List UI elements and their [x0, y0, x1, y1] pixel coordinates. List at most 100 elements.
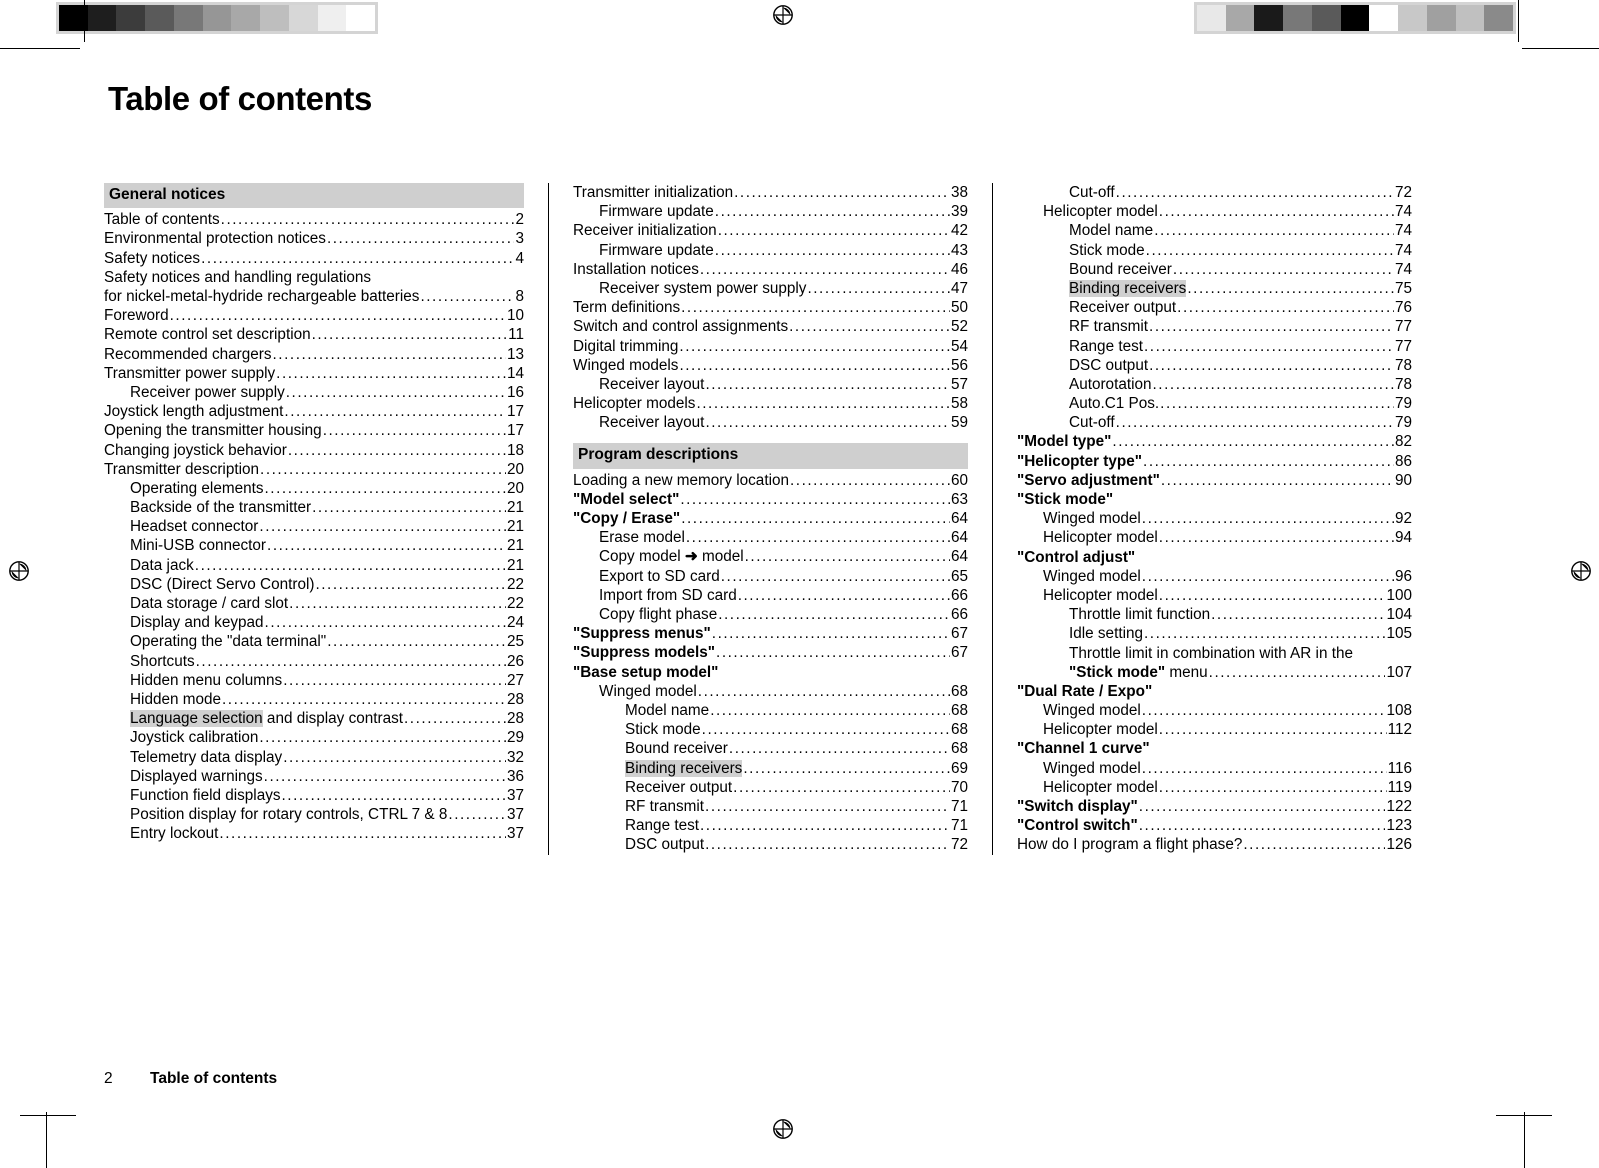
toc-entry[interactable]: Model name..............................… — [573, 701, 968, 720]
toc-entry[interactable]: Firmware update.........................… — [573, 202, 968, 221]
toc-entry[interactable]: Safety notices..........................… — [104, 249, 524, 268]
toc-entry[interactable]: "Suppress menus"........................… — [573, 624, 968, 643]
toc-entry[interactable]: Mini-USB connector......................… — [104, 536, 524, 555]
toc-entry[interactable]: Bound receiver..........................… — [1017, 260, 1412, 279]
toc-entry[interactable]: Term definitions........................… — [573, 298, 968, 317]
toc-entry[interactable]: "Stick mode"............................… — [1017, 490, 1412, 509]
toc-entry[interactable]: Binding receivers.......................… — [573, 759, 968, 778]
toc-entry[interactable]: Helicopter model........................… — [1017, 586, 1412, 605]
toc-entry[interactable]: Headset connector.......................… — [104, 517, 524, 536]
toc-entry[interactable]: Displayed warnings......................… — [104, 767, 524, 786]
toc-entry[interactable]: Foreword................................… — [104, 306, 524, 325]
toc-entry[interactable]: Bound receiver..........................… — [573, 739, 968, 758]
toc-entry[interactable]: Backside of the transmitter.............… — [104, 498, 524, 517]
toc-entry[interactable]: Receiver output.........................… — [573, 778, 968, 797]
toc-entry[interactable]: Helicopter model........................… — [1017, 720, 1412, 739]
toc-entry[interactable]: DSC output..............................… — [1017, 356, 1412, 375]
toc-entry[interactable]: Entry lockout...........................… — [104, 824, 524, 843]
toc-entry[interactable]: Transmitter initialization..............… — [573, 183, 968, 202]
toc-entry[interactable]: Helicopter model........................… — [1017, 202, 1412, 221]
toc-entry[interactable]: Model name..............................… — [1017, 221, 1412, 240]
toc-entry[interactable]: "Dual Rate / Expo"......................… — [1017, 682, 1412, 701]
toc-entry[interactable]: "Model type"............................… — [1017, 432, 1412, 451]
toc-entry[interactable]: Copy model ➜ model......................… — [573, 547, 968, 566]
toc-entry[interactable]: Operating elements......................… — [104, 479, 524, 498]
toc-entry[interactable]: Receiver initialization.................… — [573, 221, 968, 240]
toc-entry[interactable]: DSC output..............................… — [573, 835, 968, 854]
toc-entry[interactable]: Remote control set description..........… — [104, 325, 524, 344]
toc-entry[interactable]: Display and keypad......................… — [104, 613, 524, 632]
toc-entry[interactable]: "Control adjust"........................… — [1017, 548, 1412, 567]
toc-entry[interactable]: Throttle limit function.................… — [1017, 605, 1412, 624]
toc-entry[interactable]: "Stick mode" menu.......................… — [1017, 663, 1412, 682]
toc-entry[interactable]: Stick mode..............................… — [1017, 241, 1412, 260]
toc-entry[interactable]: Idle setting............................… — [1017, 624, 1412, 643]
toc-entry[interactable]: Receiver layout.........................… — [573, 413, 968, 432]
toc-entry[interactable]: Stick mode..............................… — [573, 720, 968, 739]
toc-entry[interactable]: Function field displays.................… — [104, 786, 524, 805]
toc-entry[interactable]: Hidden menu columns.....................… — [104, 671, 524, 690]
toc-entry[interactable]: Winged model............................… — [1017, 759, 1412, 778]
toc-entry[interactable]: "Base setup model"......................… — [573, 663, 968, 682]
toc-entry[interactable]: Helicopter model........................… — [1017, 778, 1412, 797]
toc-entry[interactable]: Recommended chargers....................… — [104, 345, 524, 364]
toc-entry[interactable]: "Channel 1 curve".......................… — [1017, 739, 1412, 758]
toc-entry[interactable]: Switch and control assignments..........… — [573, 317, 968, 336]
toc-entry[interactable]: Transmitter power supply................… — [104, 364, 524, 383]
toc-entry[interactable]: DSC (Direct Servo Control)..............… — [104, 575, 524, 594]
toc-entry[interactable]: Telemetry data display..................… — [104, 748, 524, 767]
toc-entry[interactable]: Cut-off.................................… — [1017, 183, 1412, 202]
toc-entry[interactable]: Transmitter description.................… — [104, 460, 524, 479]
toc-entry[interactable]: Environmental protection notices........… — [104, 229, 524, 248]
toc-entry[interactable]: Winged models...........................… — [573, 356, 968, 375]
toc-entry[interactable]: "Suppress models".......................… — [573, 643, 968, 662]
toc-entry[interactable]: Winged model............................… — [1017, 701, 1412, 720]
toc-entry[interactable]: Operating the "data terminal"...........… — [104, 632, 524, 651]
toc-entry[interactable]: "Switch display"........................… — [1017, 797, 1412, 816]
toc-entry[interactable]: Installation notices....................… — [573, 260, 968, 279]
toc-entry[interactable]: Range test..............................… — [573, 816, 968, 835]
toc-entry[interactable]: Receiver layout.........................… — [573, 375, 968, 394]
toc-entry[interactable]: Table of contents.......................… — [104, 210, 524, 229]
toc-entry[interactable]: Firmware update.........................… — [573, 241, 968, 260]
toc-entry[interactable]: Winged model............................… — [1017, 509, 1412, 528]
toc-entry[interactable]: Erase model.............................… — [573, 528, 968, 547]
toc-entry[interactable]: How do I program a flight phase?........… — [1017, 835, 1412, 854]
toc-entry[interactable]: Helicopter model........................… — [1017, 528, 1412, 547]
toc-entry[interactable]: "Model select"..........................… — [573, 490, 968, 509]
toc-entry[interactable]: Joystick calibration....................… — [104, 728, 524, 747]
toc-entry[interactable]: Data storage / card slot................… — [104, 594, 524, 613]
toc-entry[interactable]: Receiver output.........................… — [1017, 298, 1412, 317]
toc-entry[interactable]: Range test..............................… — [1017, 337, 1412, 356]
toc-entry[interactable]: Cut-off.................................… — [1017, 413, 1412, 432]
toc-entry[interactable]: Language selection and display contrast.… — [104, 709, 524, 728]
toc-entry[interactable]: Helicopter models.......................… — [573, 394, 968, 413]
toc-entry[interactable]: Import from SD card.....................… — [573, 586, 968, 605]
toc-entry[interactable]: Auto.C1 Pos.............................… — [1017, 394, 1412, 413]
toc-entry[interactable]: for nickel-metal-hydride rechargeable ba… — [104, 287, 524, 306]
toc-entry[interactable]: Joystick length adjustment..............… — [104, 402, 524, 421]
toc-entry[interactable]: "Servo adjustment"......................… — [1017, 471, 1412, 490]
toc-entry[interactable]: Opening the transmitter housing.........… — [104, 421, 524, 440]
toc-entry[interactable]: Position display for rotary controls, CT… — [104, 805, 524, 824]
toc-entry[interactable]: Binding receivers.......................… — [1017, 279, 1412, 298]
toc-entry[interactable]: RF transmit.............................… — [573, 797, 968, 816]
toc-entry[interactable]: Autorotation............................… — [1017, 375, 1412, 394]
toc-entry[interactable]: RF transmit.............................… — [1017, 317, 1412, 336]
toc-entry[interactable]: Throttle limit in combination with AR in… — [1017, 644, 1412, 663]
toc-entry[interactable]: "Control switch"........................… — [1017, 816, 1412, 835]
toc-entry[interactable]: Shortcuts...............................… — [104, 652, 524, 671]
toc-entry[interactable]: Export to SD card.......................… — [573, 567, 968, 586]
toc-entry[interactable]: Receiver power supply...................… — [104, 383, 524, 402]
toc-entry[interactable]: Copy flight phase.......................… — [573, 605, 968, 624]
toc-entry[interactable]: Hidden mode.............................… — [104, 690, 524, 709]
toc-entry[interactable]: Winged model............................… — [573, 682, 968, 701]
toc-entry[interactable]: Loading a new memory location...........… — [573, 471, 968, 490]
toc-entry[interactable]: "Helicopter type".......................… — [1017, 452, 1412, 471]
toc-entry[interactable]: Digital trimming........................… — [573, 337, 968, 356]
toc-entry[interactable]: Data jack...............................… — [104, 556, 524, 575]
toc-entry[interactable]: Changing joystick behavior..............… — [104, 441, 524, 460]
toc-entry[interactable]: "Copy / Erase"..........................… — [573, 509, 968, 528]
toc-entry[interactable]: Safety notices and handling regulations.… — [104, 268, 524, 287]
toc-entry[interactable]: Receiver system power supply............… — [573, 279, 968, 298]
